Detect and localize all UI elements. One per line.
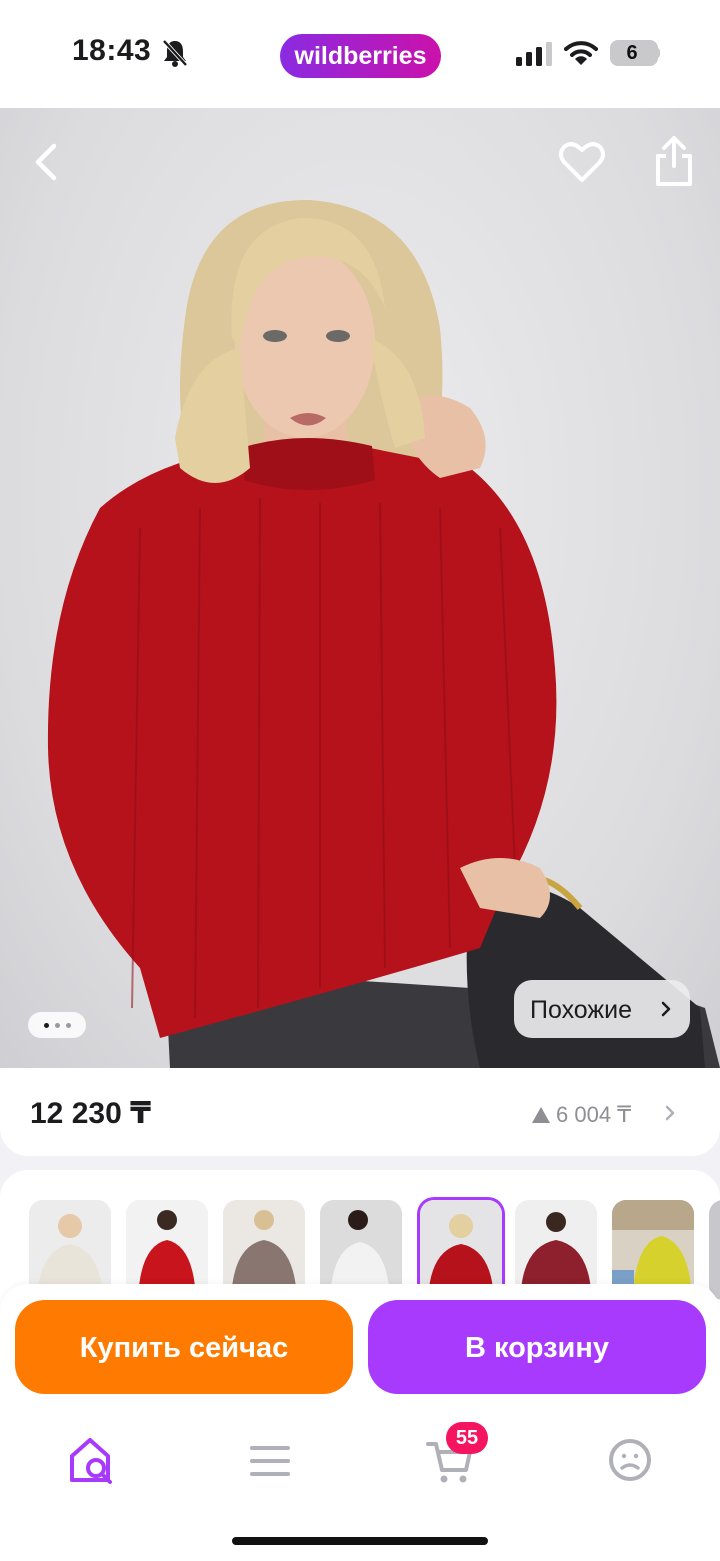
price: 12 230 ₸ [30,1097,151,1130]
purchase-bar: Купить сейчас В корзину [0,1284,720,1406]
profile-icon[interactable] [600,1430,660,1490]
product-photo[interactable]: Похожие [0,108,720,1068]
status-time: 18:43 [72,34,152,67]
buy-now-button[interactable]: Купить сейчас [15,1300,353,1394]
tab-bar: 55 [0,1406,720,1561]
variant-thumbnail[interactable] [709,1200,720,1300]
gallery-dot [55,1023,60,1028]
share-icon[interactable] [650,134,698,188]
gallery-dot [44,1023,49,1028]
battery-icon: 6 [610,40,658,66]
home-indicator [232,1537,488,1545]
price-history-value: 6 004 ₸ [556,1102,632,1127]
cart-badge: 55 [446,1422,488,1454]
triangle-icon [532,1107,550,1123]
model-illustration [47,199,720,1068]
gallery-pagination [28,1012,86,1038]
cellular-signal-icon [516,42,552,66]
wifi-icon [564,41,598,65]
brand-logo: wildberries [280,34,441,78]
add-to-cart-button[interactable]: В корзину [368,1300,706,1394]
similar-button[interactable]: Похожие [514,980,690,1038]
gallery-dot [66,1023,71,1028]
price-history-link[interactable]: 6 004 ₸ [532,1102,631,1128]
price-card: 12 230 ₸ 6 004 ₸ [0,1068,720,1156]
similar-label: Похожие [530,996,633,1024]
battery-percent: 6 [626,42,638,64]
back-arrow-icon[interactable] [24,138,72,186]
heart-icon[interactable] [556,138,608,186]
bell-slash-icon [162,39,188,67]
home-search-icon[interactable] [62,1430,122,1490]
chevron-right-icon[interactable] [664,1104,676,1122]
chevron-right-icon [661,1001,671,1017]
status-bar: 18:43 wildberries 6 [0,0,720,108]
catalog-menu-icon[interactable] [240,1430,300,1490]
battery-cap [656,48,660,58]
